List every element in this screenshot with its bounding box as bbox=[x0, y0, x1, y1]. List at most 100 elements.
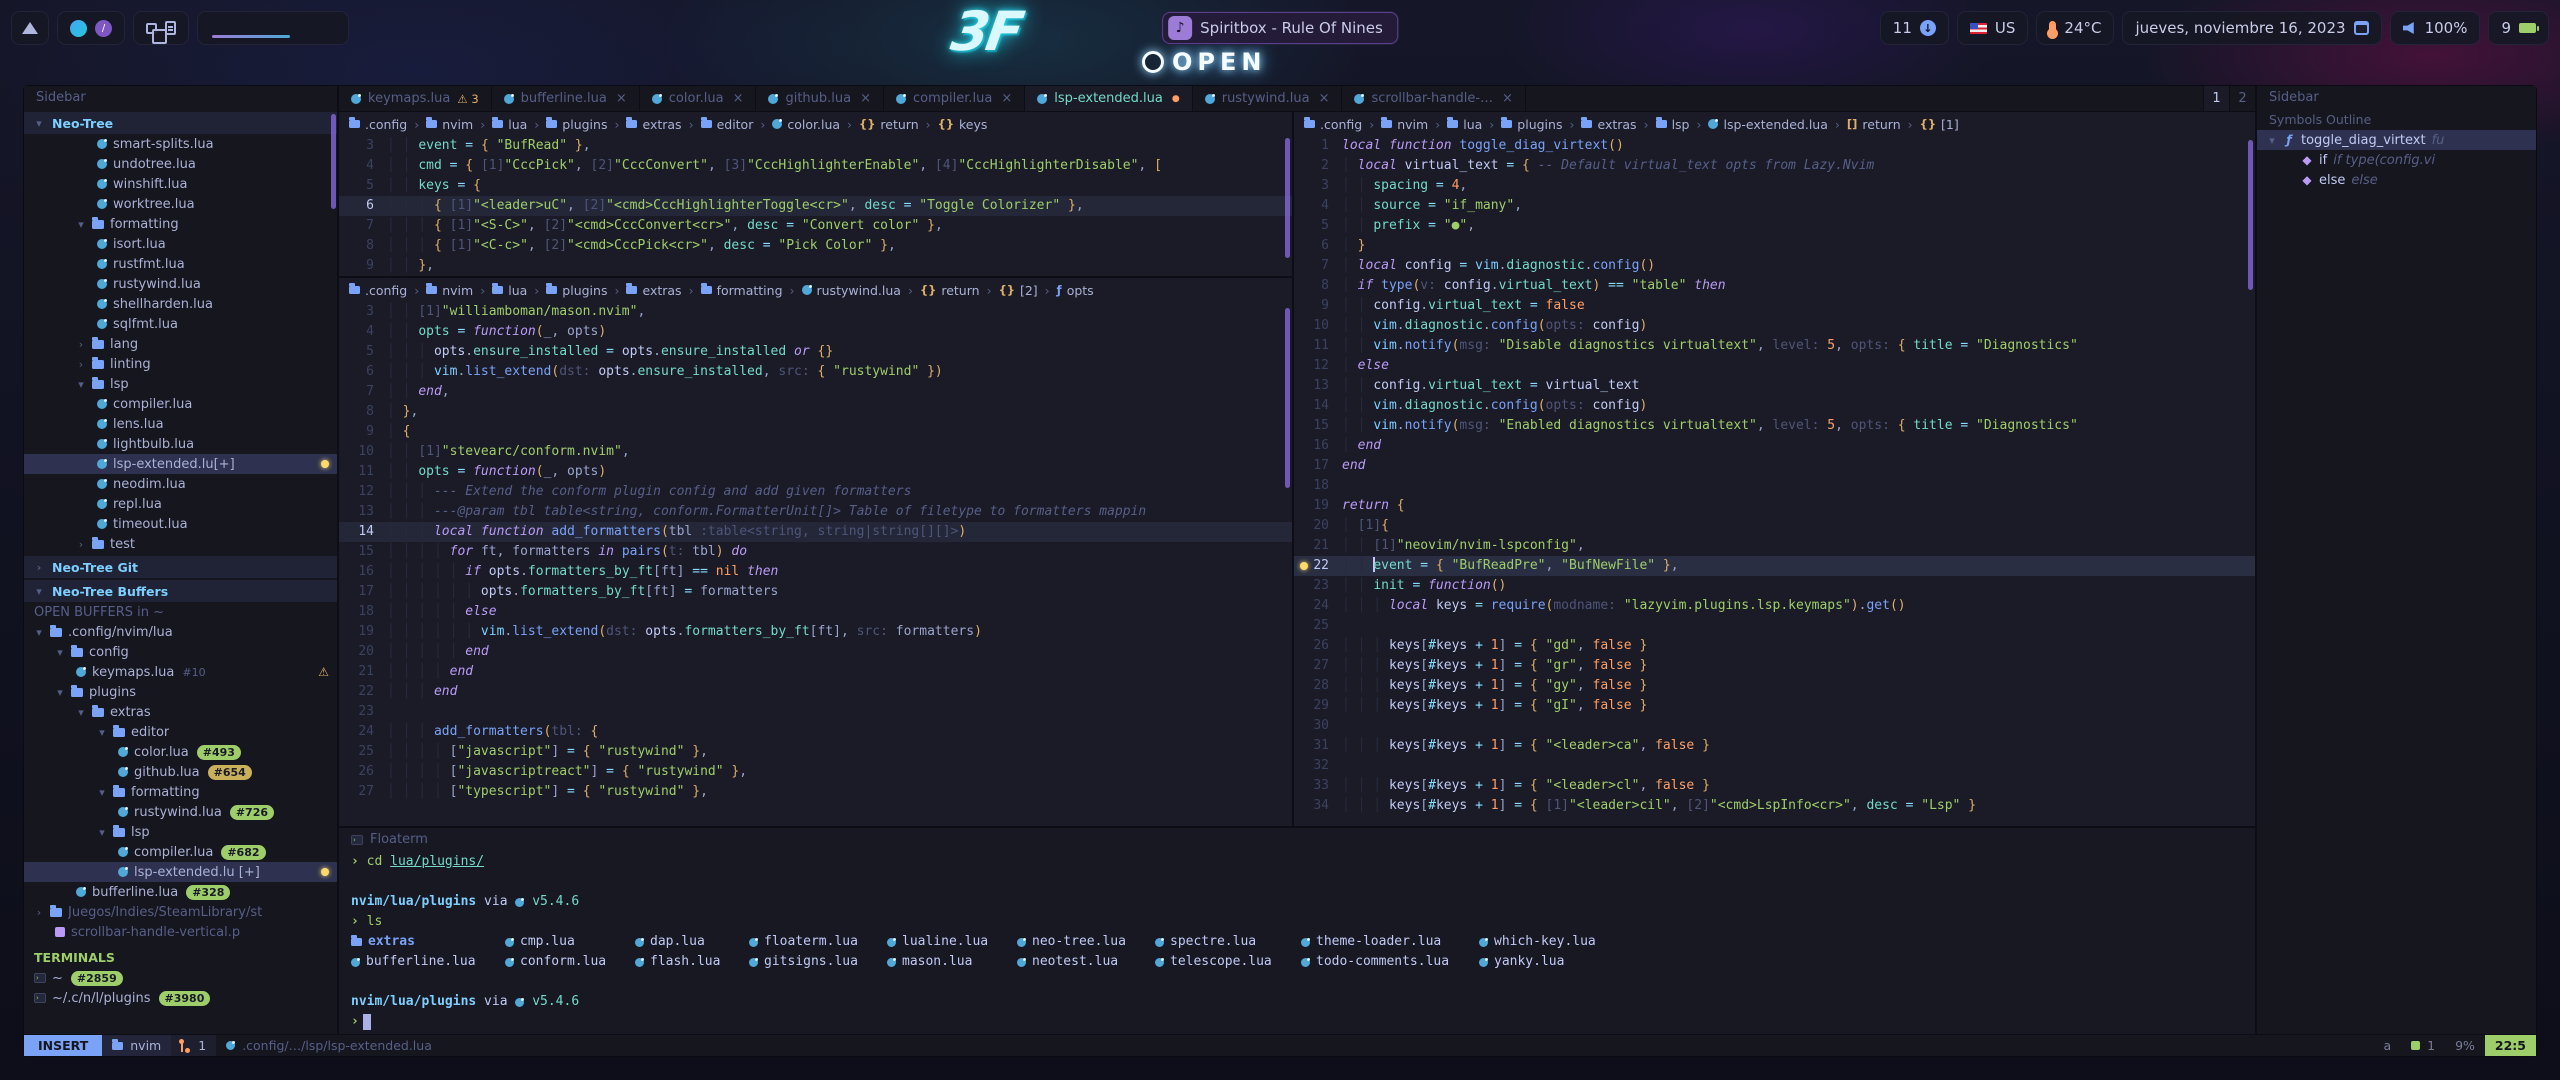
tree-item-.config/nvim/lua[interactable]: ▾.config/nvim/lua bbox=[24, 622, 337, 642]
tab-color.lua[interactable]: color.lua× bbox=[640, 86, 757, 111]
tree-item-rustywind.lua[interactable]: rustywind.lua#726 bbox=[24, 802, 337, 822]
breadcrumb-item[interactable]: lua bbox=[492, 117, 527, 132]
tree-item-lsp[interactable]: ▾lsp bbox=[24, 822, 337, 842]
tab-bufferline.lua[interactable]: bufferline.lua× bbox=[492, 86, 640, 111]
tab-compiler.lua[interactable]: compiler.lua× bbox=[884, 86, 1025, 111]
breadcrumb-item[interactable]: {}[2] bbox=[999, 283, 1038, 298]
code-line-1[interactable]: 1local function toggle_diag_virtext() bbox=[1294, 136, 2255, 156]
tab-close-icon[interactable]: × bbox=[616, 91, 627, 106]
pane-scrollbar[interactable] bbox=[1285, 308, 1290, 488]
breadcrumb-item[interactable]: .config bbox=[349, 117, 407, 132]
terminal-line[interactable]: extrascmp.luadap.luafloaterm.lualualine.… bbox=[351, 932, 2255, 952]
slash-app-icon[interactable]: / bbox=[95, 20, 112, 37]
code-line-8[interactable]: 8│ │ │ { [1]"<C-c>", [2]"<cmd>CccPick<cr… bbox=[339, 236, 1292, 256]
browser-icon[interactable] bbox=[70, 20, 87, 37]
tree-item-lang[interactable]: ›lang bbox=[24, 334, 337, 354]
neotree-source-files[interactable]: ▾Neo-Tree bbox=[24, 112, 337, 134]
tree-item-rustfmt.lua[interactable]: rustfmt.lua bbox=[24, 254, 337, 274]
code-line-3[interactable]: 3│ │ event = { "BufRead" }, bbox=[339, 136, 1292, 156]
code-editor-lsp-extended-lua[interactable]: 1local function toggle_diag_virtext()2│ … bbox=[1294, 136, 2255, 816]
breadcrumb-item[interactable]: lsp bbox=[1656, 117, 1690, 132]
tree-item-~[interactable]: ›~#2859 bbox=[24, 968, 337, 988]
code-line-4[interactable]: 4│ │ cmd = { [1]"CccPick", [2]"CccConver… bbox=[339, 156, 1292, 176]
tree-item-Juegos/Indies/SteamLibrary/st[interactable]: ›Juegos/Indies/SteamLibrary/st bbox=[24, 902, 337, 922]
tab-scrollbar-handle-…[interactable]: scrollbar-handle-…× bbox=[1342, 86, 1525, 111]
tree-item-plugins[interactable]: ▾plugins bbox=[24, 682, 337, 702]
code-line-11[interactable]: 11│ │ vim.notify(msg: "Disable diagnosti… bbox=[1294, 336, 2255, 356]
tree-item-sqlfmt.lua[interactable]: sqlfmt.lua bbox=[24, 314, 337, 334]
tree-item-smart-splits.lua[interactable]: smart-splits.lua bbox=[24, 134, 337, 154]
tab-close-icon[interactable]: × bbox=[733, 91, 744, 106]
tree-group-label[interactable]: OPEN BUFFERS in ~ bbox=[24, 602, 337, 622]
tree-item-formatting[interactable]: ▾formatting bbox=[24, 214, 337, 234]
code-line-3[interactable]: 3│ │ spacing = 4, bbox=[1294, 176, 2255, 196]
tree-item-shellharden.lua[interactable]: shellharden.lua bbox=[24, 294, 337, 314]
code-line-6[interactable]: 6│ } bbox=[1294, 236, 2255, 256]
code-line-18[interactable]: 18 bbox=[1294, 476, 2255, 496]
code-line-7[interactable]: 7│ │ end, bbox=[339, 382, 1292, 402]
code-line-14[interactable]: 14│ │ │ local function add_formatters(tb… bbox=[339, 522, 1292, 542]
tab-close-icon[interactable]: × bbox=[1319, 91, 1330, 106]
terminal-line[interactable]: › cd lua/plugins/ bbox=[351, 852, 2255, 872]
tree-item-editor[interactable]: ▾editor bbox=[24, 722, 337, 742]
code-line-19[interactable]: 19│ │ │ │ │ │ vim.list_extend(dst: opts.… bbox=[339, 622, 1292, 642]
breadcrumb-item[interactable]: nvim bbox=[1381, 117, 1428, 132]
code-line-26[interactable]: 26│ │ │ keys[#keys + 1] = { "gd", false … bbox=[1294, 636, 2255, 656]
neotree-source-buffers[interactable]: ▾Neo-Tree Buffers bbox=[24, 580, 337, 602]
code-line-16[interactable]: 16│ end bbox=[1294, 436, 2255, 456]
code-line-13[interactable]: 13│ │ config.virtual_text = virtual_text bbox=[1294, 376, 2255, 396]
pane-scrollbar[interactable] bbox=[2248, 140, 2253, 290]
weather-widget[interactable]: 24°C bbox=[2037, 12, 2113, 44]
breadcrumb-item[interactable]: .config bbox=[349, 283, 407, 298]
code-line-4[interactable]: 4│ │ source = "if_many", bbox=[1294, 196, 2255, 216]
breadcrumb-item[interactable]: plugins bbox=[1501, 117, 1562, 132]
tree-item-timeout.lua[interactable]: timeout.lua bbox=[24, 514, 337, 534]
code-line-8[interactable]: 8│ }, bbox=[339, 402, 1292, 422]
code-line-8[interactable]: 8│ if type(v: config.virtual_text) == "t… bbox=[1294, 276, 2255, 296]
terminal-line[interactable]: › bbox=[351, 1012, 2255, 1032]
terminal-line[interactable]: nvim/lua/plugins via v5.4.6 bbox=[351, 892, 2255, 912]
code-line-23[interactable]: 23 bbox=[339, 702, 1292, 722]
breadcrumb-item[interactable]: .config bbox=[1304, 117, 1362, 132]
code-line-5[interactable]: 5│ │ prefix = "●", bbox=[1294, 216, 2255, 236]
tree-item-~/.c/n/l/plugins[interactable]: ›~/.c/n/l/plugins#3980 bbox=[24, 988, 337, 1008]
code-line-27[interactable]: 27│ │ │ │ ["typescript"] = { "rustywind"… bbox=[339, 782, 1292, 802]
breadcrumb-item[interactable]: lsp-extended.lua bbox=[1708, 117, 1827, 132]
code-line-9[interactable]: 9│ │ config.virtual_text = false bbox=[1294, 296, 2255, 316]
code-line-20[interactable]: 20│ │ │ │ │ end bbox=[339, 642, 1292, 662]
tree-item-bufferline.lua[interactable]: bufferline.lua#328 bbox=[24, 882, 337, 902]
tab-github.lua[interactable]: github.lua× bbox=[756, 86, 884, 111]
breadcrumb-item[interactable]: {}return bbox=[859, 117, 919, 132]
neotree-source-git[interactable]: ›Neo-Tree Git bbox=[24, 556, 337, 578]
terminal-line[interactable]: bufferline.luaconform.luaflash.luagitsig… bbox=[351, 952, 2255, 972]
tree-item-test[interactable]: ›test bbox=[24, 534, 337, 554]
workspace-taglist[interactable] bbox=[198, 12, 348, 44]
code-line-6[interactable]: 6│ │ │ { [1]"<leader>uC", [2]"<cmd>CccHi… bbox=[339, 196, 1292, 216]
tabpage-1[interactable]: 1 bbox=[2203, 86, 2229, 111]
windows-icon[interactable] bbox=[146, 23, 157, 34]
clock-widget[interactable]: jueves, noviembre 16, 2023 bbox=[2123, 12, 2380, 44]
code-line-25[interactable]: 25 bbox=[1294, 616, 2255, 636]
code-line-29[interactable]: 29│ │ │ keys[#keys + 1] = { "gI", false … bbox=[1294, 696, 2255, 716]
battery-widget[interactable]: 9 bbox=[2489, 12, 2548, 44]
code-editor-color-lua[interactable]: 3│ │ event = { "BufRead" },4│ │ cmd = { … bbox=[339, 136, 1292, 276]
breadcrumb-item[interactable]: rustywind.lua bbox=[802, 283, 901, 298]
code-line-21[interactable]: 21│ │ [1]"neovim/nvim-lspconfig", bbox=[1294, 536, 2255, 556]
code-line-34[interactable]: 34│ │ │ keys[#keys + 1] = { [1]"<leader>… bbox=[1294, 796, 2255, 816]
tree-item-lsp-extended.lu [+][interactable]: lsp-extended.lu [+] bbox=[24, 862, 337, 882]
terminal-line[interactable]: nvim/lua/plugins via v5.4.6 bbox=[351, 992, 2255, 1012]
tree-item-rustywind.lua[interactable]: rustywind.lua bbox=[24, 274, 337, 294]
code-line-2[interactable]: 2│ local virtual_text = { -- Default vir… bbox=[1294, 156, 2255, 176]
breadcrumb-item[interactable]: lua bbox=[1447, 117, 1482, 132]
tree-item-keymaps.lua[interactable]: keymaps.lua#10⚠ bbox=[24, 662, 337, 682]
code-line-28[interactable]: 28│ │ │ keys[#keys + 1] = { "gy", false … bbox=[1294, 676, 2255, 696]
volume-widget[interactable]: 100% bbox=[2391, 12, 2480, 44]
tree-item-color.lua[interactable]: color.lua#493 bbox=[24, 742, 337, 762]
code-line-27[interactable]: 27│ │ │ keys[#keys + 1] = { "gr", false … bbox=[1294, 656, 2255, 676]
code-line-12[interactable]: 12│ else bbox=[1294, 356, 2255, 376]
code-editor-rustywind-lua[interactable]: 3│ │ [1]"williamboman/mason.nvim",4│ │ o… bbox=[339, 302, 1292, 802]
tab-close-icon[interactable]: × bbox=[860, 91, 871, 106]
code-line-15[interactable]: 15│ │ vim.notify(msg: "Enabled diagnosti… bbox=[1294, 416, 2255, 436]
breadcrumb-item[interactable]: lua bbox=[492, 283, 527, 298]
tab-rustywind.lua[interactable]: rustywind.lua× bbox=[1193, 86, 1343, 111]
